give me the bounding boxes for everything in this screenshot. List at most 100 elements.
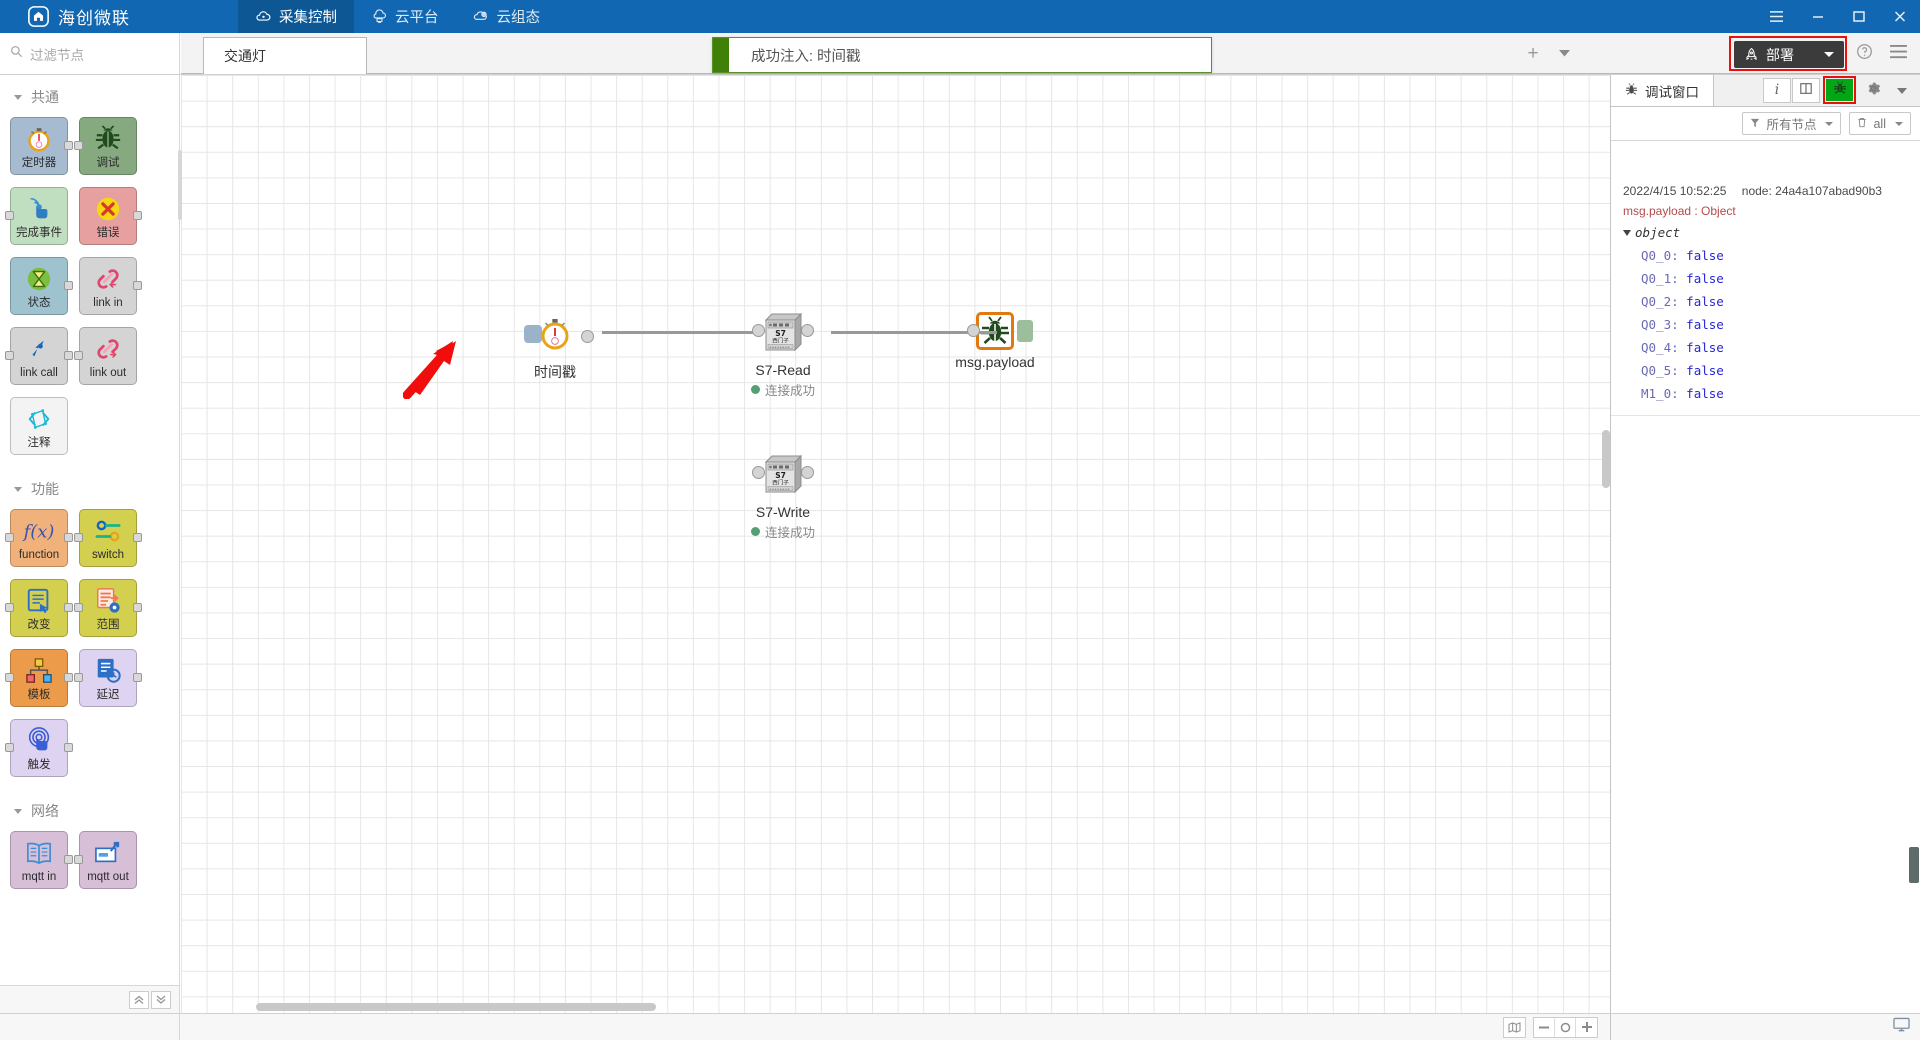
palette-node-switch[interactable]: switch [74, 509, 142, 567]
input-port[interactable] [5, 211, 14, 220]
palette-node-link-in[interactable]: link in [79, 257, 142, 315]
palette-node-debug[interactable]: 调试 [74, 117, 137, 175]
minimize-icon[interactable] [1797, 0, 1838, 33]
sidebar-scroll-thumb[interactable] [1909, 847, 1919, 883]
output-port[interactable] [581, 329, 594, 343]
monitor-icon[interactable] [1893, 1017, 1910, 1037]
minus-icon[interactable] [1534, 1017, 1555, 1037]
input-port[interactable] [5, 603, 14, 612]
output-port[interactable] [133, 673, 142, 682]
palette-search-box[interactable]: 过滤节点 [0, 33, 180, 74]
map-icon[interactable] [1504, 1018, 1525, 1037]
deploy-button[interactable]: 部署 [1734, 41, 1844, 68]
flow-tab-traffic-light[interactable]: 交通灯 [203, 37, 367, 74]
palette-category-network[interactable]: 网络 [0, 789, 179, 831]
palette-node-template[interactable]: 模板 [5, 649, 73, 707]
nav-tab-collection-control[interactable]: 采集控制 [238, 0, 354, 33]
palette-node-complete[interactable]: 完成事件 [5, 187, 68, 245]
main-menu-button[interactable] [1889, 44, 1908, 64]
chevron-down-icon[interactable] [1824, 52, 1834, 57]
debug-enable-toggle[interactable] [1017, 320, 1033, 342]
palette-node-link-out[interactable]: link out [74, 327, 137, 385]
output-port[interactable] [133, 603, 142, 612]
input-port[interactable] [967, 324, 980, 337]
flow-node-s7-read[interactable]: S7 西门子 ▪ ▪ ▪ ▪ ▪ ▪ ▪ ▪ S7-Read 连接成功 [750, 311, 815, 398]
input-port[interactable] [74, 141, 83, 150]
output-port[interactable] [64, 281, 73, 290]
input-port[interactable] [752, 324, 765, 337]
palette-category-common[interactable]: 共通 [0, 75, 179, 117]
palette-resize-handle[interactable] [178, 150, 182, 220]
output-port[interactable] [64, 351, 73, 360]
maximize-icon[interactable] [1838, 0, 1879, 33]
flow-node-s7-write[interactable]: S7 西门子 ▪ ▪ ▪ ▪ ▪ ▪ ▪ ▪ S7-Write 连接成功 [750, 453, 815, 540]
palette-node-function[interactable]: f(x) function [5, 509, 73, 567]
output-port[interactable] [801, 324, 814, 337]
input-port[interactable] [5, 743, 14, 752]
input-port[interactable] [74, 855, 83, 864]
hamburger-icon[interactable] [1756, 0, 1797, 33]
palette-node-link-call[interactable]: link call [5, 327, 73, 385]
input-port[interactable] [74, 603, 83, 612]
debug-message[interactable]: 2022/4/15 10:52:25 node: 24a4a107abad90b… [1611, 176, 1920, 416]
input-port[interactable] [74, 673, 83, 682]
output-port[interactable] [64, 533, 73, 542]
notification-toast[interactable]: 成功注入: 时间戳 [712, 37, 1212, 73]
debug-node-filter-dropdown[interactable]: 所有节点 [1742, 112, 1842, 135]
palette-node-range[interactable]: 范围 [74, 579, 142, 637]
palette-node-mqtt-out[interactable]: mqtt out [74, 831, 137, 889]
sidebar-tab-help[interactable] [1792, 77, 1820, 103]
nav-tab-cloud-platform[interactable]: 云平台 [354, 0, 456, 33]
output-port[interactable] [64, 743, 73, 752]
palette-category-function[interactable]: 功能 [0, 467, 179, 509]
debug-object-root[interactable]: object [1623, 225, 1920, 240]
palette-row: 改变 范围 [0, 579, 179, 637]
palette-node-inject[interactable]: 定时器 [10, 117, 73, 175]
deploy-label: 部署 [1766, 46, 1794, 63]
output-port[interactable] [801, 466, 814, 479]
palette-node-mqtt-in[interactable]: mqtt in [10, 831, 73, 889]
chevron-down-double-icon[interactable] [151, 990, 171, 1009]
output-port[interactable] [64, 603, 73, 612]
flow-node-inject[interactable]: 时间戳 [524, 315, 594, 380]
canvas-horizontal-scrollbar[interactable] [256, 1003, 656, 1011]
flow-tab-menu-button[interactable] [1553, 45, 1575, 63]
debug-clear-dropdown[interactable]: all [1849, 112, 1911, 135]
input-port[interactable] [74, 351, 83, 360]
canvas-vertical-scrollbar[interactable] [1602, 430, 1610, 488]
palette-row: 状态 link in [0, 257, 179, 315]
output-port[interactable] [133, 281, 142, 290]
output-port[interactable] [133, 211, 142, 220]
input-port[interactable] [5, 673, 14, 682]
output-port[interactable] [64, 141, 73, 150]
palette-node-delay[interactable]: 延迟 [74, 649, 142, 707]
node-palette: 共通 定时器 调试 完成事件 错误 状态 link in link call l… [0, 75, 180, 1013]
output-port[interactable] [64, 673, 73, 682]
nav-tab-cloud-scada[interactable]: 云组态 [456, 0, 558, 33]
output-port[interactable] [64, 855, 73, 864]
circle-icon[interactable] [1555, 1017, 1576, 1037]
debug-message-list[interactable]: 2022/4/15 10:52:25 node: 24a4a107abad90b… [1611, 176, 1920, 1013]
sidebar-tab-config[interactable] [1859, 78, 1887, 103]
close-icon[interactable] [1879, 0, 1920, 33]
help-button[interactable] [1856, 43, 1873, 65]
sidebar-tab-more[interactable] [1888, 78, 1916, 103]
input-port[interactable] [74, 533, 83, 542]
palette-node-status[interactable]: 状态 [10, 257, 73, 315]
sidebar-tab-info[interactable]: i [1763, 77, 1791, 103]
flow-canvas[interactable]: 时间戳 S7 西门子 ▪ ▪ ▪ ▪ ▪ ▪ ▪ ▪ S7-Read 连接成功 … [181, 75, 1610, 1013]
input-port[interactable] [5, 351, 14, 360]
palette-node-trigger[interactable]: 触发 [5, 719, 73, 777]
palette-node-comment[interactable]: 注释 [10, 397, 68, 455]
add-flow-tab-button[interactable]: + [1521, 43, 1545, 65]
sidebar-tab-debug[interactable] [1826, 79, 1853, 101]
plus-icon[interactable] [1576, 1018, 1597, 1037]
wire-inject-to-s7read[interactable] [602, 331, 755, 334]
input-port[interactable] [5, 533, 14, 542]
input-port[interactable] [752, 466, 765, 479]
palette-scroll-area[interactable]: 共通 定时器 调试 完成事件 错误 状态 link in link call l… [0, 75, 179, 1013]
chevron-up-double-icon[interactable] [129, 990, 149, 1009]
output-port[interactable] [133, 533, 142, 542]
palette-node-error[interactable]: 错误 [79, 187, 142, 245]
palette-node-change[interactable]: 改变 [5, 579, 73, 637]
